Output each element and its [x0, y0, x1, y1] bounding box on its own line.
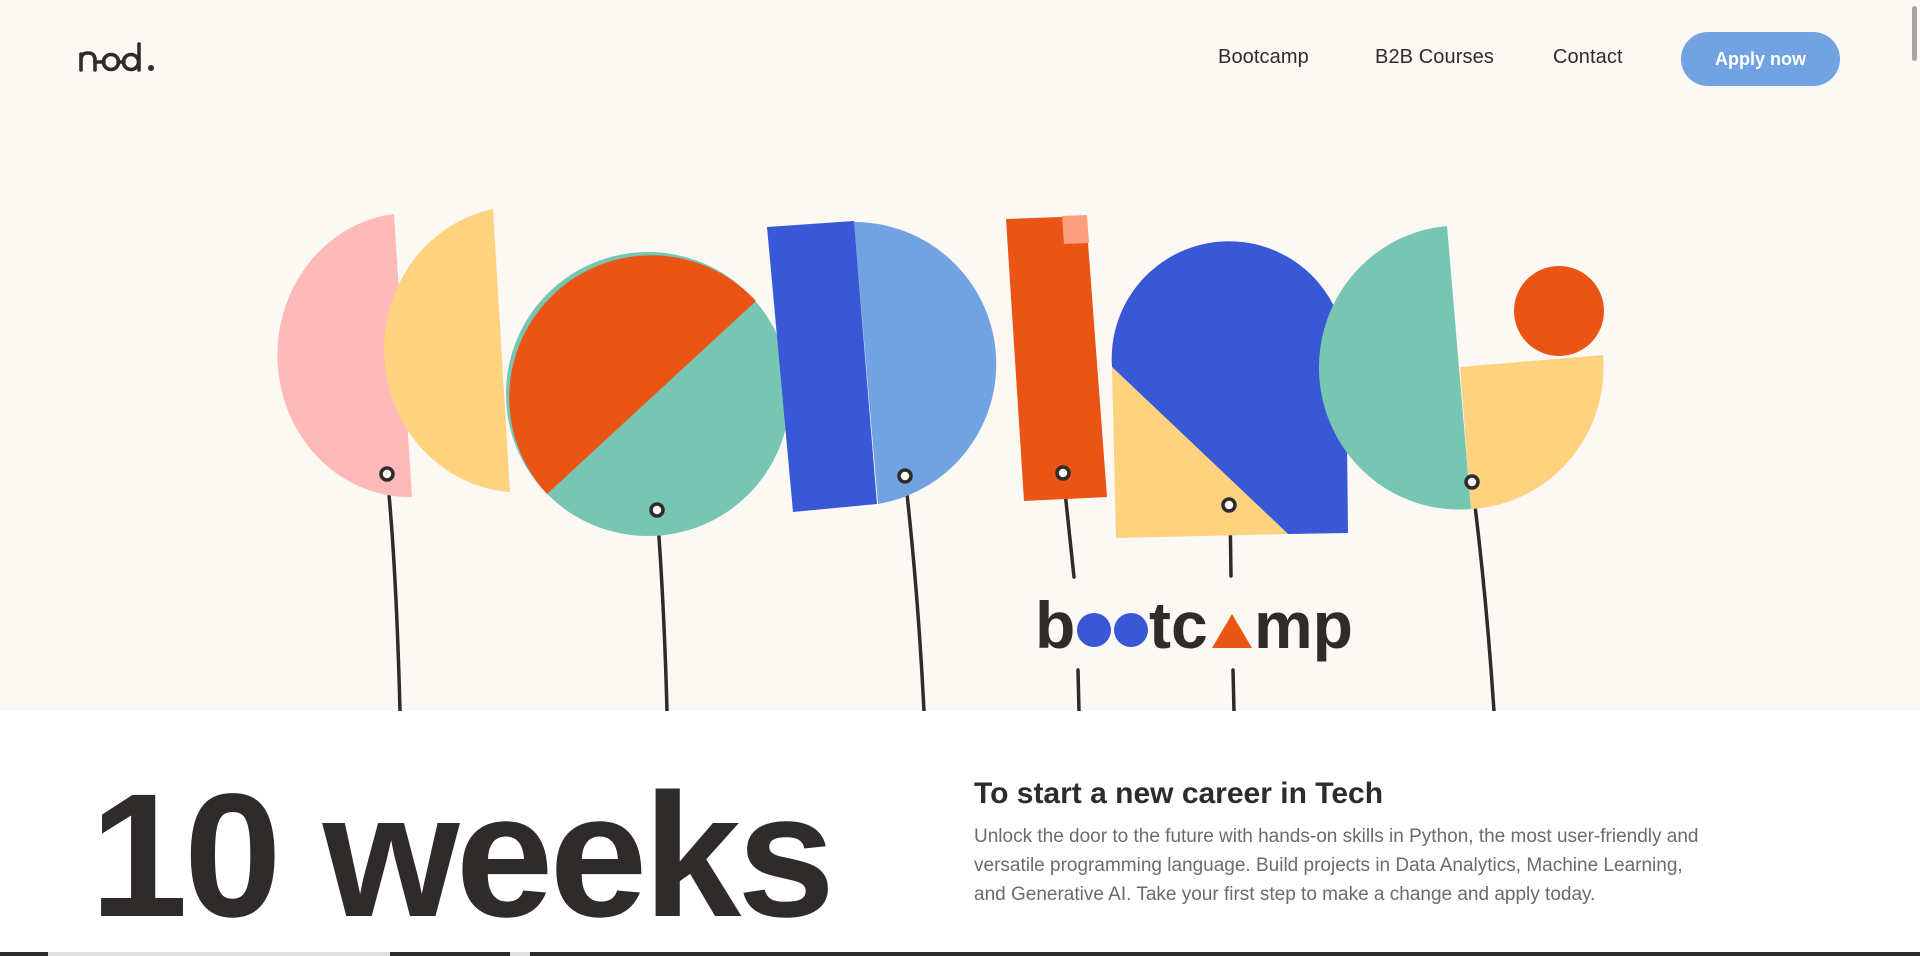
- nav-link-contact[interactable]: Contact: [1553, 46, 1623, 69]
- light-blue-half-circle: [854, 221, 997, 504]
- nod-logo[interactable]: [78, 40, 170, 74]
- bootcamp-mp: mp: [1254, 588, 1353, 662]
- scrollbar-thumb[interactable]: [1912, 6, 1917, 61]
- apply-now-button[interactable]: Apply now: [1681, 32, 1840, 86]
- orange-dot: [1514, 266, 1604, 356]
- balloon-string: [903, 474, 926, 711]
- bootcamp-tc: tc: [1149, 588, 1208, 662]
- balloon-knot: [649, 502, 665, 518]
- career-description: Unlock the door to the future with hands…: [974, 826, 1699, 905]
- balloon-string: [655, 508, 669, 711]
- balloon-knot: [1221, 497, 1237, 513]
- top-navigation: Bootcamp B2B Courses Contact Apply now: [0, 0, 1920, 118]
- balloon-string: [385, 472, 402, 711]
- duration-heading: 10 weeks: [90, 758, 835, 954]
- page-scrollbar[interactable]: [1906, 0, 1920, 711]
- bootcamp-badge: b tc mp: [1035, 588, 1353, 662]
- balloon-knot: [1464, 474, 1480, 490]
- bootcamp-o-dot: [1077, 613, 1111, 647]
- balloon-knot: [1055, 465, 1071, 481]
- career-title: To start a new career in Tech: [974, 777, 1384, 810]
- hero-section: b tc mp Bootcamp B2B Courses Contact App…: [0, 0, 1920, 711]
- orange-bar: [1006, 216, 1107, 501]
- strip-segment: [48, 952, 390, 956]
- balloon-knot: [897, 468, 913, 484]
- balloon-string: [1076, 668, 1081, 711]
- balloon-knot: [379, 466, 395, 482]
- salmon-square: [1062, 215, 1089, 244]
- nav-link-bootcamp[interactable]: Bootcamp: [1218, 46, 1309, 69]
- bootcamp-o-dot: [1114, 613, 1148, 647]
- bootcamp-a-triangle: [1212, 614, 1252, 648]
- balloon-string: [1231, 668, 1236, 711]
- bootcamp-b: b: [1035, 588, 1075, 662]
- bottom-strip: [0, 952, 1920, 956]
- balloon-string: [1470, 480, 1496, 711]
- nav-link-b2b-courses[interactable]: B2B Courses: [1375, 46, 1494, 69]
- yellow-quarter-circle: [1460, 355, 1604, 509]
- strip-segment: [510, 952, 530, 956]
